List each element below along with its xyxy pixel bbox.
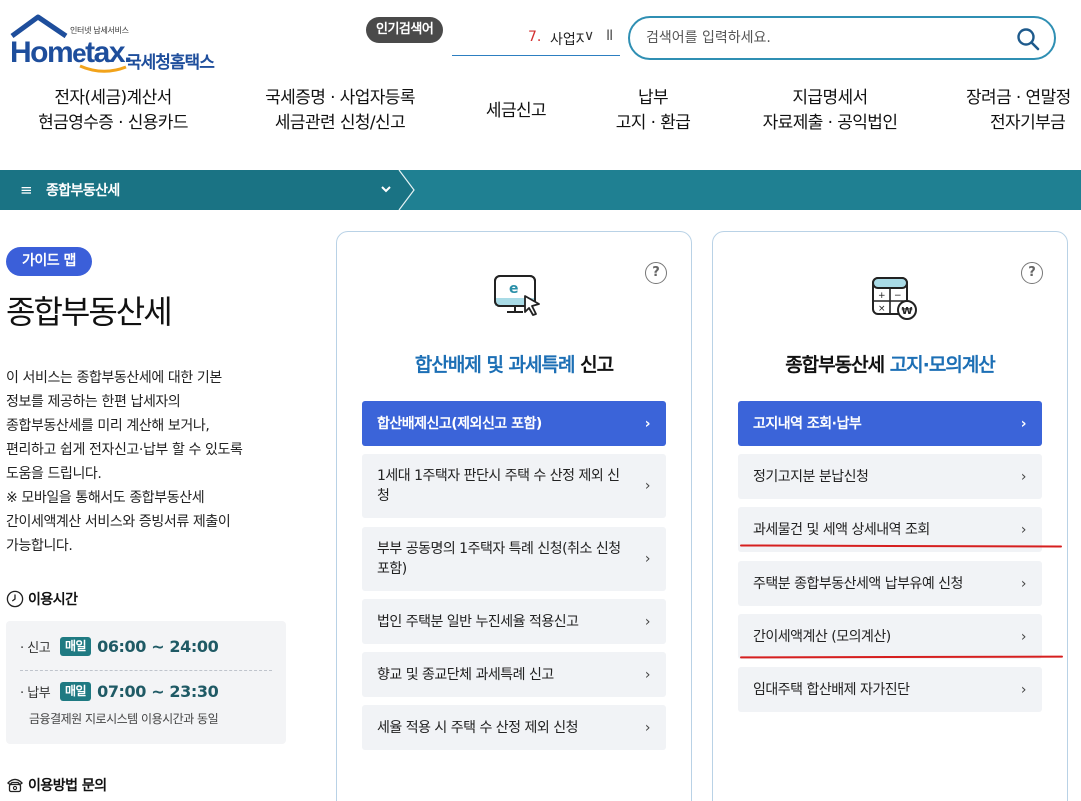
hours-note: 금융결제원 지로시스템 이용시간과 동일 <box>29 712 219 726</box>
installment-request-button[interactable]: 정기고지분 분납신청 › <box>738 454 1042 499</box>
nav-payment-statement[interactable]: 지급명세서 자료제출 · 공익법인 <box>754 86 906 136</box>
e-filing-monitor-icon: e <box>494 275 540 316</box>
hamburger-icon[interactable]: ≡ <box>20 181 33 199</box>
popular-keyword[interactable]: 사업자 <box>550 29 584 49</box>
nav-payment[interactable]: 납부 고지 · 환급 <box>610 86 696 136</box>
hours-heading: 이용시간 <box>6 589 78 609</box>
exclusion-filing-button[interactable]: 합산배제신고(제외신고 포함) › <box>362 401 666 446</box>
main-navigation: 전자(세금)계산서 현금영수증 · 신용카드 국세증명 · 사업자등록 세금관련… <box>0 86 1081 142</box>
card-exclusion-filing: ? e 합산배제 및 과세특례 신고 합산배제신고(제외신고 포함) › 1세대 … <box>336 231 692 801</box>
notice-lookup-payment-button[interactable]: 고지내역 조회·납부 › <box>738 401 1042 446</box>
hours-payment: · 납부 매일 07:00 ~ 23:30 <box>20 682 219 701</box>
inquiry-heading: 이용방법 문의 <box>6 775 107 795</box>
card-notice-simulation: ? + − × ₩ 종합부동산세 고지·모의계산 고지내역 조회·납부 › 정기고… <box>712 231 1068 801</box>
chevron-right-icon: › <box>1020 415 1027 432</box>
header: 인터넷 납세서비스 Hometax. 국세청홈택스 인기검색어 7. 사업자 ∨… <box>0 0 1081 76</box>
joint-ownership-special-button[interactable]: 부부 공동명의 1주택자 특례 신청(취소 신청 포함) › <box>362 527 666 591</box>
search-box <box>628 16 1056 60</box>
search-icon[interactable] <box>1016 27 1040 51</box>
chevron-right-icon: › <box>1020 681 1027 698</box>
hours-filing: · 신고 매일 06:00 ~ 24:00 <box>20 637 219 656</box>
current-menu-title: 종합부동산세 <box>46 183 120 199</box>
popular-keyword-ticker[interactable]: 7. 사업자 ∨ II <box>452 22 620 56</box>
simple-tax-calculation-button[interactable]: 간이세액계산 (모의계산) › <box>738 614 1042 659</box>
logo-tagline: 인터넷 납세서비스 <box>70 26 129 35</box>
calculator-icon: + − × ₩ <box>872 277 917 320</box>
search-input[interactable] <box>646 27 1006 49</box>
chevron-down-icon[interactable] <box>380 182 392 196</box>
logo-korean-name: 국세청홈택스 <box>126 53 215 73</box>
chevron-right-icon: › <box>644 551 651 567</box>
phone-icon <box>7 778 23 793</box>
hours-box: · 신고 매일 06:00 ~ 24:00 · 납부 매일 07:00 ~ 23… <box>6 621 286 744</box>
hours-payment-time: 07:00 ~ 23:30 <box>97 682 219 701</box>
chevron-right-icon: › <box>644 666 651 683</box>
help-icon[interactable]: ? <box>1021 262 1043 284</box>
corporate-progressive-rate-button[interactable]: 법인 주택분 일반 누진세율 적용신고 › <box>362 599 666 644</box>
chevron-right-icon: › <box>644 719 651 736</box>
svg-text:−: − <box>894 291 902 301</box>
help-icon[interactable]: ? <box>645 262 667 284</box>
clock-icon <box>6 590 24 608</box>
hometax-logo[interactable]: 인터넷 납세서비스 Hometax. 국세청홈택스 <box>8 14 228 73</box>
location-bar: ≡ 종합부동산세 <box>0 170 1081 210</box>
chevron-right-icon: › <box>644 613 651 630</box>
nav-incentive[interactable]: 장려금 · 연말정 전자기부금 <box>966 86 1081 136</box>
guide-map-button[interactable]: 가이드 맵 <box>6 247 92 276</box>
pause-icon[interactable]: II <box>606 28 613 44</box>
svg-text:e: e <box>509 281 519 297</box>
page-title: 종합부동산세 <box>6 293 173 331</box>
svg-text:+: + <box>878 291 886 301</box>
chevron-right-icon: › <box>644 478 651 494</box>
hours-filing-time: 06:00 ~ 24:00 <box>97 637 219 656</box>
svg-text:×: × <box>878 304 886 314</box>
divider <box>20 670 272 671</box>
chevron-down-icon[interactable]: ∨ <box>584 28 594 44</box>
card-title: 종합부동산세 고지·모의계산 <box>785 354 996 376</box>
hours-payment-label: · 납부 <box>20 686 51 701</box>
chevron-right-icon: › <box>1020 628 1027 645</box>
chevron-right-icon: › <box>644 415 651 432</box>
daily-badge: 매일 <box>60 682 92 701</box>
nav-electronic-invoice[interactable]: 전자(세금)계산서 현금영수증 · 신용카드 <box>30 86 196 136</box>
service-description: 이 서비스는 종합부동산세에 대한 기본 정보를 제공하는 한편 납세자의 종합… <box>6 370 243 554</box>
hours-filing-label: · 신고 <box>20 641 51 656</box>
chevron-right-icon: › <box>1020 521 1027 538</box>
daily-badge: 매일 <box>60 637 92 656</box>
breadcrumb-separator-icon <box>398 170 415 210</box>
svg-text:₩: ₩ <box>902 306 913 317</box>
nav-tax-certificate[interactable]: 국세증명 · 사업자등록 세금관련 신청/신고 <box>254 86 426 136</box>
religious-group-special-button[interactable]: 향교 및 종교단체 과세특례 신고 › <box>362 652 666 697</box>
card-title: 합산배제 및 과세특례 신고 <box>414 354 614 376</box>
nav-tax-filing[interactable]: 세금신고 <box>480 99 552 124</box>
logo-swoosh-icon <box>79 64 127 73</box>
popular-rank: 7. <box>528 29 542 45</box>
rental-housing-self-check-button[interactable]: 임대주택 합산배제 자가진단 › <box>738 667 1042 712</box>
rate-house-count-exclusion-button[interactable]: 세율 적용 시 주택 수 산정 제외 신청 › <box>362 705 666 750</box>
one-house-count-exclusion-button[interactable]: 1세대 1주택자 판단시 주택 수 산정 제외 신청 › <box>362 454 666 518</box>
popular-search-label: 인기검색어 <box>366 17 444 43</box>
chevron-right-icon: › <box>1020 468 1027 485</box>
menu-selector[interactable]: ≡ 종합부동산세 <box>0 170 400 210</box>
payment-deferral-button[interactable]: 주택분 종합부동산세액 납부유예 신청 › <box>738 561 1042 606</box>
chevron-right-icon: › <box>1020 575 1027 592</box>
